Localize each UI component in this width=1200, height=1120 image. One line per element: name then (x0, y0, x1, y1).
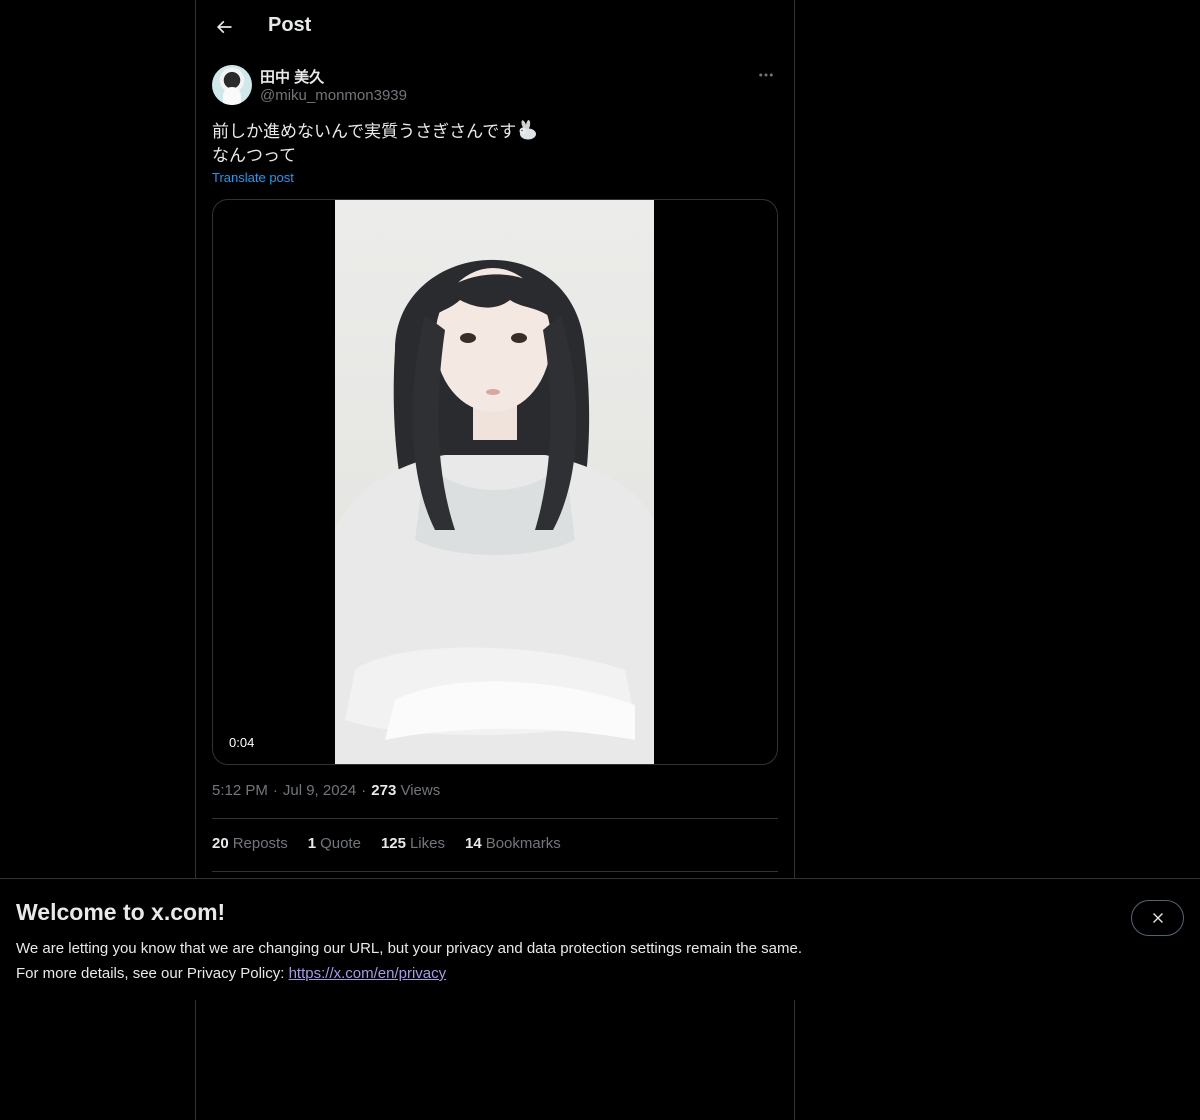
video-duration: 0:04 (225, 733, 259, 752)
post-date[interactable]: Jul 9, 2024 (283, 782, 356, 799)
translate-post-link[interactable]: Translate post (212, 170, 294, 185)
post-metadata: 5:12 PM · Jul 9, 2024 · 273 Views (212, 782, 441, 799)
banner-title: Welcome to x.com! (16, 899, 226, 925)
banner-line-2: For more details, see our Privacy Policy… (16, 965, 447, 982)
reposts-stat[interactable]: 20 Reposts (212, 835, 288, 852)
banner-text: We are letting you know that we are chan… (16, 936, 802, 986)
views-count: 273 (371, 782, 397, 799)
quotes-stat[interactable]: 1 Quote (308, 835, 361, 852)
rabbit-emoji-icon (519, 120, 537, 140)
more-horizontal-icon (759, 73, 773, 77)
banner-line-1: We are letting you know that we are chan… (16, 940, 802, 957)
divider (212, 818, 778, 819)
post-author: 田中 美久 @miku_monmon3939 (212, 64, 778, 108)
more-button[interactable] (754, 64, 778, 86)
post-header: Post (196, 0, 794, 54)
arrow-left-icon (216, 20, 232, 34)
bookmarks-stat[interactable]: 14 Bookmarks (465, 835, 561, 852)
close-banner-button[interactable] (1131, 900, 1184, 936)
video-frame-illustration (335, 259, 654, 764)
author-name[interactable]: 田中 美久 (260, 66, 324, 87)
close-icon (1152, 913, 1163, 923)
post-text-line-2: なんつって (212, 146, 297, 165)
back-button[interactable] (208, 11, 240, 43)
video-player[interactable]: 0:04 (212, 199, 778, 765)
post-time[interactable]: 5:12 PM (212, 782, 268, 799)
engagement-stats: 20 Reposts 1 Quote 125 Likes 14 Bookmarks (212, 835, 561, 852)
divider (212, 871, 778, 872)
welcome-banner: Welcome to x.com! We are letting you kno… (0, 878, 1200, 1000)
views-label: Views (400, 782, 441, 799)
video-thumbnail (335, 200, 654, 764)
privacy-policy-link[interactable]: https://x.com/en/privacy (289, 965, 447, 982)
post-text-line-1: 前しか進めないんで実質うさぎさんです (212, 122, 517, 141)
avatar[interactable] (212, 65, 252, 105)
page-title: Post (268, 14, 312, 36)
post-text: 前しか進めないんで実質うさぎさんです なんつって (212, 120, 778, 168)
likes-stat[interactable]: 125 Likes (381, 835, 445, 852)
author-handle[interactable]: @miku_monmon3939 (260, 87, 407, 104)
